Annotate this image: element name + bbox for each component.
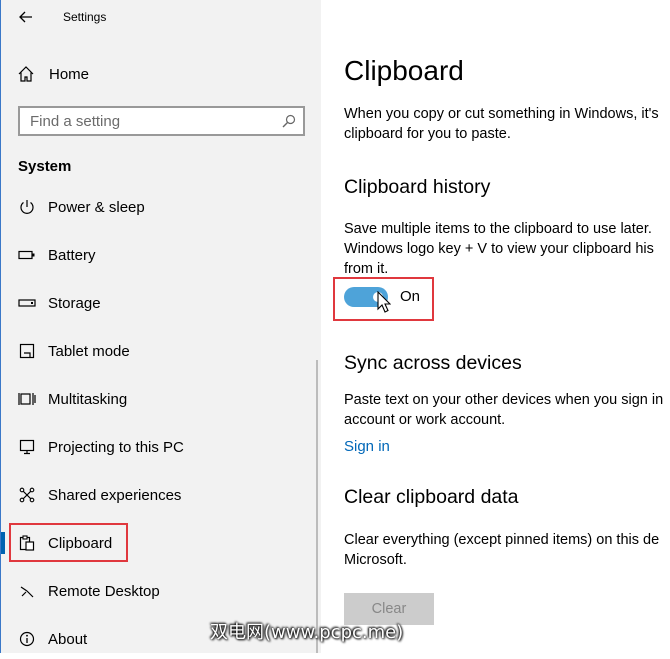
sidebar-item-label: Remote Desktop [48,582,160,600]
sidebar-item-multitasking[interactable]: Multitasking [1,379,301,419]
toggle-state-label: On [400,288,421,305]
sidebar-item-battery[interactable]: Battery [1,235,301,275]
intro-text: When you copy or cut something in Window… [344,104,659,144]
sidebar-item-power-sleep[interactable]: Power & sleep [1,187,301,227]
info-icon [18,630,36,648]
sidebar-item-label: Multitasking [48,390,128,408]
sidebar-item-projecting[interactable]: Projecting to this PC [1,427,301,467]
sync-description: Paste text on your other devices when yo… [344,390,663,430]
app-title: Settings [63,10,107,24]
description-line: Save multiple items to the clipboard to … [344,221,652,237]
mouse-cursor-icon [377,291,391,313]
search-placeholder: Find a setting [30,113,121,130]
history-description: Save multiple items to the clipboard to … [344,219,654,279]
description-line: account or work account. [344,412,506,428]
tablet-icon [18,342,36,360]
sync-heading: Sync across devices [344,352,522,374]
sidebar-item-tablet-mode[interactable]: Tablet mode [1,331,301,371]
intro-line: When you copy or cut something in Window… [344,106,659,122]
sidebar-scrollbar[interactable] [316,360,318,653]
storage-icon [18,294,36,312]
description-line: Clear everything (except pinned items) o… [344,532,660,548]
battery-icon [18,246,36,264]
sidebar: Settings Home Find a setting System Powe… [1,0,321,653]
home-label: Home [49,65,90,83]
intro-line: clipboard for you to paste. [344,126,511,142]
sidebar-item-shared-experiences[interactable]: Shared experiences [1,475,301,515]
clipboard-icon [18,534,36,552]
watermark: 双电网(www.pcpc.me) [210,622,404,643]
sidebar-item-label: Shared experiences [48,486,182,504]
active-indicator [1,532,5,554]
projecting-icon [18,438,36,456]
multitasking-icon [18,390,36,408]
back-button[interactable] [17,8,35,26]
clipboard-history-heading: Clipboard history [344,176,491,198]
sidebar-item-remote-desktop[interactable]: Remote Desktop [1,571,301,611]
description-line: from it. [344,261,389,277]
remote-desktop-icon [18,582,36,600]
sidebar-item-clipboard[interactable]: Clipboard [1,523,301,563]
section-title: System [18,158,72,175]
shared-icon [18,486,36,504]
sidebar-item-label: Projecting to this PC [48,438,184,456]
sidebar-item-label: Power & sleep [48,198,145,216]
sidebar-item-label: Clipboard [48,534,113,552]
sidebar-item-label: About [48,630,88,648]
sidebar-item-storage[interactable]: Storage [1,283,301,323]
home-icon [18,66,34,82]
clear-description: Clear everything (except pinned items) o… [344,530,659,570]
home-nav[interactable]: Home [17,63,89,85]
description-line: Paste text on your other devices when yo… [344,392,664,408]
content-pane: Clipboard When you copy or cut something… [321,0,670,653]
back-arrow-icon [19,11,32,23]
title-bar: Settings [1,0,321,34]
page-title: Clipboard [344,55,464,86]
search-input[interactable]: Find a setting [18,106,305,136]
description-line: Windows logo key + V to view your clipbo… [344,241,654,257]
search-icon [282,114,296,128]
description-line: Microsoft. [344,552,407,568]
power-icon [18,198,36,216]
sidebar-item-label: Battery [48,246,96,264]
clear-heading: Clear clipboard data [344,486,519,508]
sign-in-link[interactable]: Sign in [344,438,390,455]
sidebar-item-label: Storage [48,294,101,312]
sidebar-item-label: Tablet mode [48,342,130,360]
